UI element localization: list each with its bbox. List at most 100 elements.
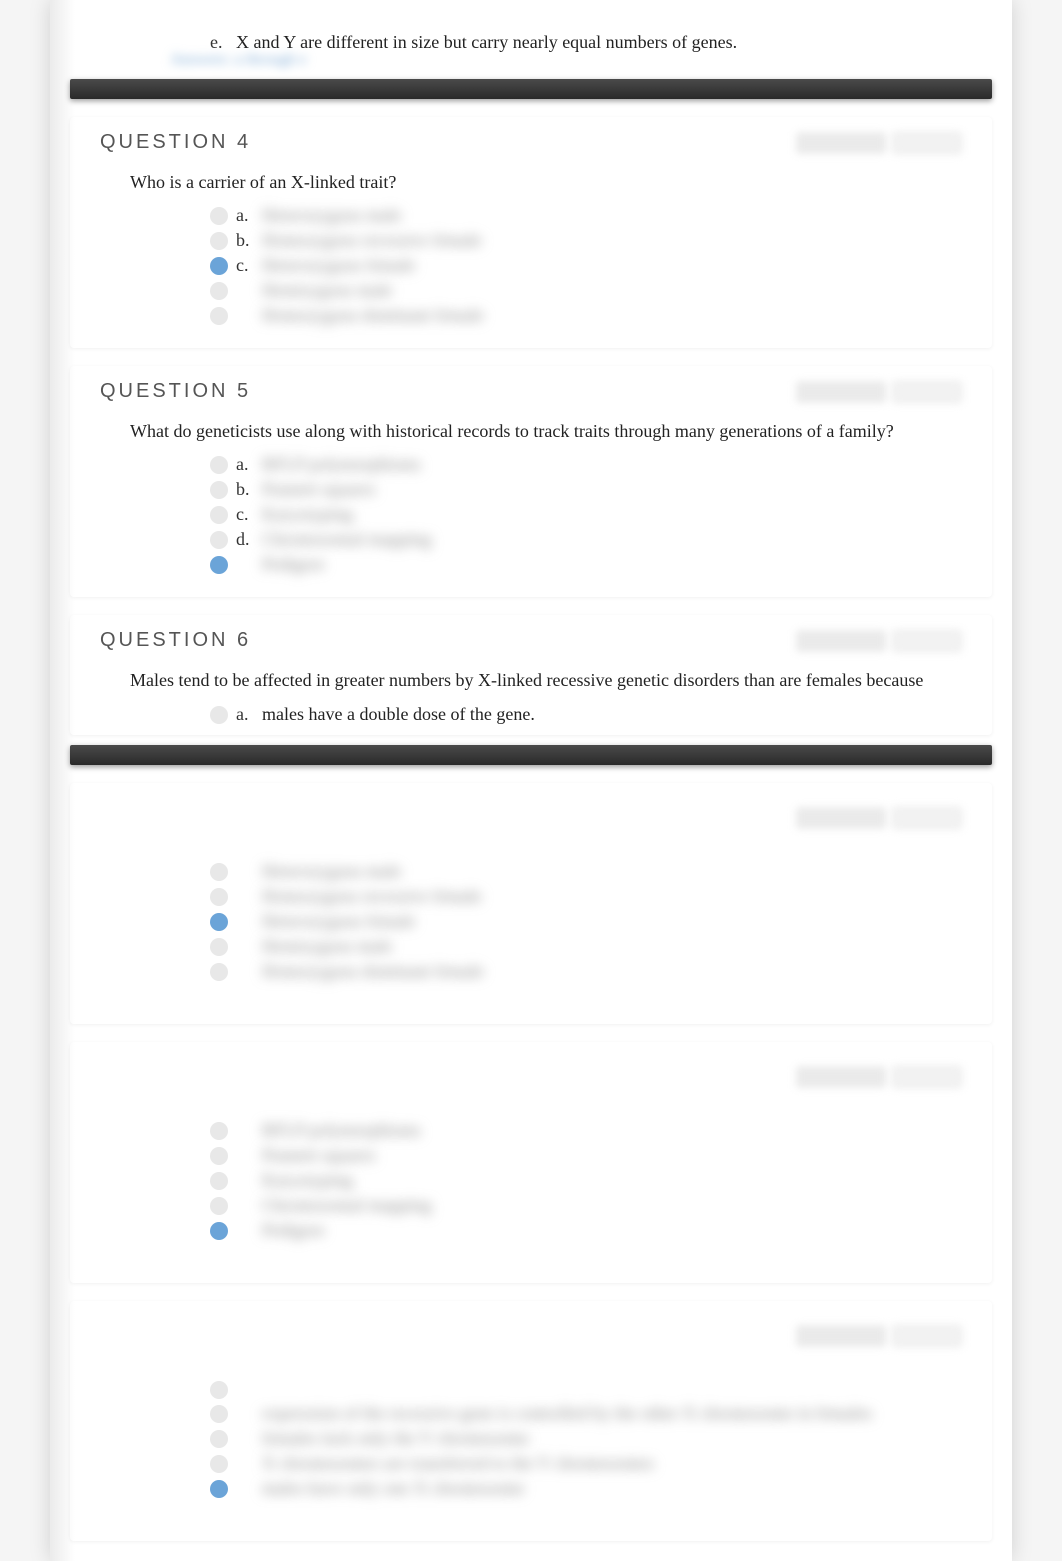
question-6: QUESTION 6 Males tend to be affected in … xyxy=(70,615,992,734)
radio-icon[interactable] xyxy=(210,456,228,474)
option-row[interactable]: Pedigree xyxy=(70,1218,992,1243)
option-row[interactable]: Chromosomal mapping xyxy=(70,1193,992,1218)
option-row[interactable]: Pedigree xyxy=(70,552,992,577)
option-row[interactable]: a.RFLP polymorphisms xyxy=(70,452,992,477)
radio-icon[interactable] xyxy=(210,506,228,524)
radio-icon[interactable] xyxy=(210,531,228,549)
question-4: QUESTION 4 Who is a carrier of an X-link… xyxy=(70,117,992,348)
option-row[interactable]: Homozygous dominant female xyxy=(70,959,992,984)
option-text: Heterozygous female xyxy=(262,255,415,276)
answers-link-blurred: Answers: a through e xyxy=(50,51,1012,69)
option-row[interactable]: X chromosomes are transferred to the Y c… xyxy=(70,1451,992,1476)
separator-bar xyxy=(70,79,992,99)
option-text: males have a double dose of the gene. xyxy=(262,704,535,725)
dup-block-9: expression of the recessive gene is cont… xyxy=(70,1301,992,1541)
option-text: Punnett squares xyxy=(262,1145,375,1166)
page: e. X and Y are different in size but car… xyxy=(50,0,1012,1561)
option-row[interactable]: Karyotyping xyxy=(70,1168,992,1193)
radio-icon[interactable] xyxy=(210,307,228,325)
option-text: Homozygous recessive female xyxy=(262,886,482,907)
option-text: Homozygous dominant female xyxy=(262,961,484,982)
radio-icon[interactable] xyxy=(210,913,228,931)
options-list: RFLP polymorphisms Punnett squaresKaryoty… xyxy=(70,1118,992,1243)
option-row[interactable]: Hemizygous male xyxy=(70,278,992,303)
option-row[interactable] xyxy=(70,1377,992,1401)
radio-icon[interactable] xyxy=(210,1455,228,1473)
option-row[interactable]: Heterozygous female xyxy=(70,909,992,934)
points-blur xyxy=(796,1066,886,1088)
option-text: Chromosomal mapping xyxy=(262,529,432,550)
radio-icon[interactable] xyxy=(210,1147,228,1165)
option-row[interactable]: Heterozygous male xyxy=(70,859,992,884)
radio-icon[interactable] xyxy=(210,1381,228,1399)
options-list: a.males have a double dose of the gene. xyxy=(70,702,992,727)
option-row[interactable]: Hemizygous male xyxy=(70,934,992,959)
radio-icon[interactable] xyxy=(210,556,228,574)
radio-icon[interactable] xyxy=(210,1430,228,1448)
option-row[interactable]: expression of the recessive gene is cont… xyxy=(70,1401,992,1426)
option-text: Heterozygous male xyxy=(262,205,401,226)
question-header: QUESTION 6 xyxy=(70,615,992,662)
radio-icon[interactable] xyxy=(210,257,228,275)
option-text: females lack only the Y chromosome xyxy=(262,1428,529,1449)
options-list: a.Heterozygous maleb.Homozygous recessiv… xyxy=(70,203,992,328)
radio-icon[interactable] xyxy=(210,207,228,225)
radio-icon[interactable] xyxy=(210,1222,228,1240)
options-list: expression of the recessive gene is cont… xyxy=(70,1377,992,1501)
radio-icon[interactable] xyxy=(210,1405,228,1423)
question-prompt: Who is a carrier of an X-linked trait? xyxy=(70,164,992,203)
radio-icon[interactable] xyxy=(210,706,228,724)
option-letter: d. xyxy=(236,529,256,550)
radio-icon[interactable] xyxy=(210,1480,228,1498)
option-text: Karyotyping xyxy=(262,504,353,525)
radio-icon[interactable] xyxy=(210,282,228,300)
option-letter: c. xyxy=(236,504,256,525)
option-row[interactable]: b.Homozygous recessive female xyxy=(70,228,992,253)
option-text: Chromosomal mapping xyxy=(262,1195,432,1216)
option-letter: b. xyxy=(236,479,256,500)
option-letter: b. xyxy=(236,230,256,251)
radio-icon[interactable] xyxy=(210,963,228,981)
points-chip xyxy=(796,381,962,403)
points-blur xyxy=(796,807,886,829)
option-row[interactable]: b.Punnett squares xyxy=(70,477,992,502)
option-letter: c. xyxy=(236,255,256,276)
radio-icon[interactable] xyxy=(210,863,228,881)
radio-icon[interactable] xyxy=(210,1172,228,1190)
option-text: Hemizygous male xyxy=(262,280,392,301)
option-row[interactable]: c. Karyotyping xyxy=(70,502,992,527)
points-blur xyxy=(796,381,886,403)
option-row[interactable]: a.Heterozygous male xyxy=(70,203,992,228)
option-text: RFLP polymorphisms xyxy=(262,454,421,475)
question-title: QUESTION 6 xyxy=(100,629,251,652)
option-text: Pedigree xyxy=(262,554,325,575)
radio-icon[interactable] xyxy=(210,481,228,499)
radio-icon[interactable] xyxy=(210,888,228,906)
option-text: males have only one X chromosome xyxy=(262,1478,524,1499)
option-row[interactable]: c. Heterozygous female xyxy=(70,253,992,278)
option-row[interactable]: a.males have a double dose of the gene. xyxy=(70,702,992,727)
save-blur xyxy=(892,1066,962,1088)
option-row[interactable]: males have only one X chromosome xyxy=(70,1476,992,1501)
separator-bar xyxy=(70,745,992,765)
radio-icon[interactable] xyxy=(210,938,228,956)
option-text: Heterozygous male xyxy=(262,861,401,882)
option-text: X and Y are different in size but carry … xyxy=(236,32,737,53)
option-row[interactable]: RFLP polymorphisms xyxy=(70,1118,992,1143)
option-row[interactable]: Homozygous dominant female xyxy=(70,303,992,328)
options-list: Heterozygous male Homozygous recessive fe… xyxy=(70,859,992,984)
option-row[interactable]: Punnett squares xyxy=(70,1143,992,1168)
radio-icon[interactable] xyxy=(210,1197,228,1215)
question-prompt: What do geneticists use along with histo… xyxy=(70,413,992,452)
option-text: X chromosomes are transferred to the Y c… xyxy=(262,1453,654,1474)
points-blur xyxy=(796,630,886,652)
option-text: Homozygous dominant female xyxy=(262,305,484,326)
option-row[interactable]: d. Chromosomal mapping xyxy=(70,527,992,552)
radio-icon[interactable] xyxy=(210,232,228,250)
option-row[interactable]: females lack only the Y chromosome xyxy=(70,1426,992,1451)
option-text: RFLP polymorphisms xyxy=(262,1120,421,1141)
option-row[interactable]: Homozygous recessive female xyxy=(70,884,992,909)
options-list: a.RFLP polymorphismsb.Punnett squaresc. K… xyxy=(70,452,992,577)
radio-icon[interactable] xyxy=(210,1122,228,1140)
points-chip xyxy=(796,1066,962,1088)
